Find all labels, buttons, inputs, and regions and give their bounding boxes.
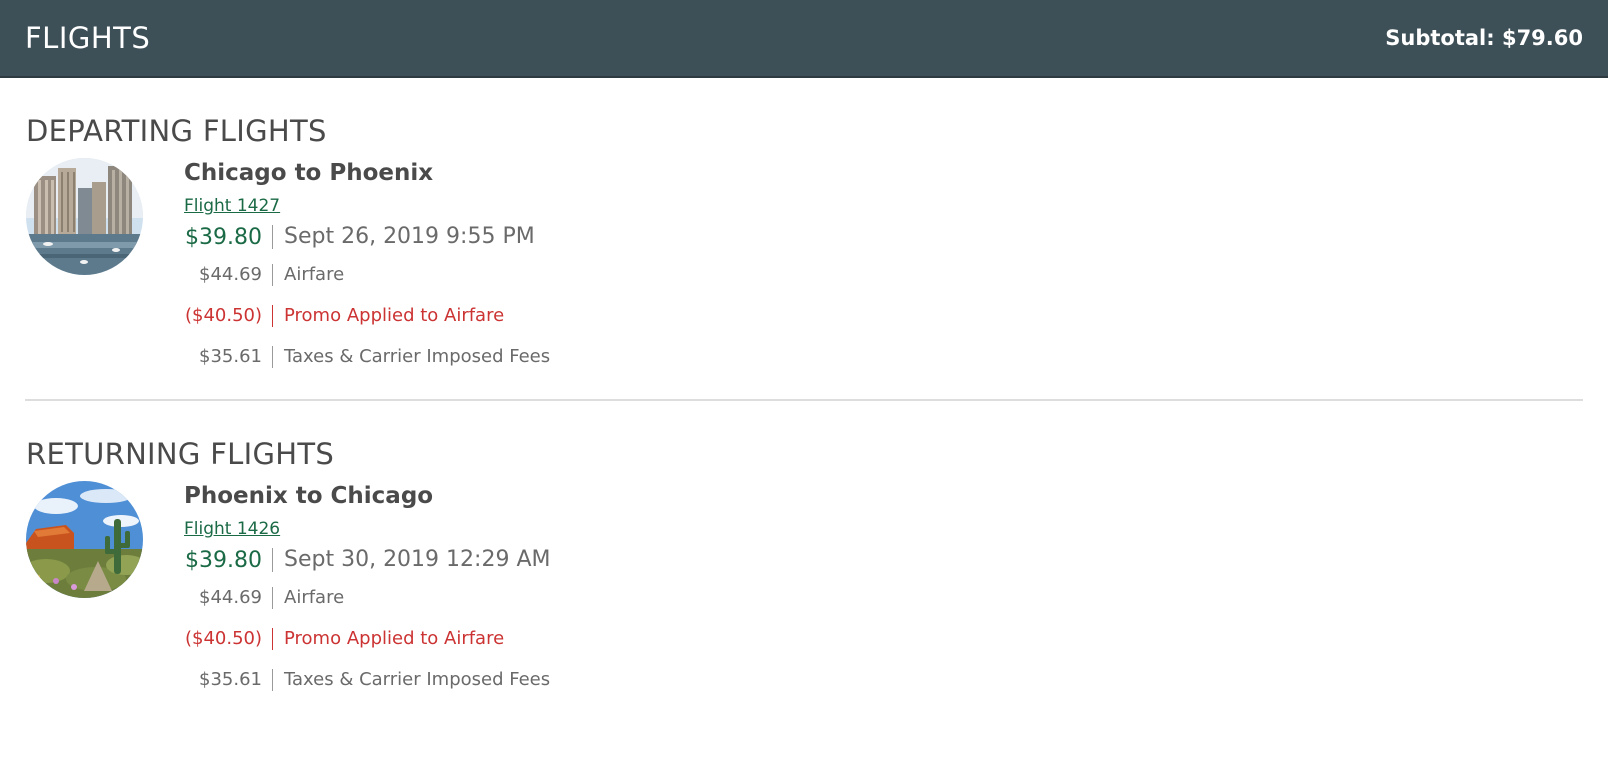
promo-row: ($40.50) Promo Applied to Airfare xyxy=(184,618,550,659)
returning-flight-card: Phoenix to Chicago Flight 1426 $39.80 Se… xyxy=(26,481,1608,700)
airfare-amount: $44.69 xyxy=(199,264,262,285)
page-title: FLIGHTS xyxy=(25,21,151,55)
price-row: $39.80 Sept 30, 2019 12:29 AM xyxy=(184,543,550,577)
flight-datetime: Sept 30, 2019 12:29 AM xyxy=(272,548,550,572)
route-title: Chicago to Phoenix xyxy=(184,160,434,186)
promo-label: Promo Applied to Airfare xyxy=(272,304,504,327)
flight-number-link[interactable]: Flight 1426 xyxy=(184,519,280,539)
airfare-row: $44.69 Airfare xyxy=(184,254,550,295)
airfare-label: Airfare xyxy=(272,586,344,609)
phoenix-desert-illustration xyxy=(26,481,143,598)
promo-amount: ($40.50) xyxy=(184,305,262,326)
departing-heading: DEPARTING FLIGHTS xyxy=(26,114,327,148)
returning-section: RETURNING FLIGHTS Phoenix to Chicago Fli… xyxy=(0,437,1608,700)
flight-number-link[interactable]: Flight 1427 xyxy=(184,196,280,216)
route-title: Phoenix to Chicago xyxy=(184,483,434,509)
taxes-row: $35.61 Taxes & Carrier Imposed Fees xyxy=(184,336,550,377)
promo-label: Promo Applied to Airfare xyxy=(272,627,504,650)
returning-details: Phoenix to Chicago Flight 1426 $39.80 Se… xyxy=(184,481,550,700)
departing-details: Chicago to Phoenix Flight 1427 $39.80 Se… xyxy=(184,158,550,377)
subtotal: Subtotal: $79.60 xyxy=(1385,26,1583,50)
taxes-label: Taxes & Carrier Imposed Fees xyxy=(272,668,550,691)
taxes-amount: $35.61 xyxy=(199,669,262,690)
flight-datetime: Sept 26, 2019 9:55 PM xyxy=(272,225,535,249)
flight-price: $39.80 xyxy=(185,547,262,573)
departing-section: DEPARTING FLIGHTS Chicago to Phoenix Fli… xyxy=(0,114,1608,377)
section-divider xyxy=(25,399,1583,401)
header-bar: FLIGHTS Subtotal: $79.60 xyxy=(0,0,1608,78)
taxes-label: Taxes & Carrier Imposed Fees xyxy=(272,345,550,368)
chicago-image xyxy=(26,158,143,275)
promo-row: ($40.50) Promo Applied to Airfare xyxy=(184,295,550,336)
flight-price: $39.80 xyxy=(185,224,262,250)
taxes-amount: $35.61 xyxy=(199,346,262,367)
price-row: $39.80 Sept 26, 2019 9:55 PM xyxy=(184,220,550,254)
phoenix-image xyxy=(26,481,143,598)
promo-amount: ($40.50) xyxy=(184,628,262,649)
chicago-skyline-illustration xyxy=(26,158,143,275)
airfare-amount: $44.69 xyxy=(199,587,262,608)
returning-heading: RETURNING FLIGHTS xyxy=(26,437,335,471)
taxes-row: $35.61 Taxes & Carrier Imposed Fees xyxy=(184,659,550,700)
departing-flight-card: Chicago to Phoenix Flight 1427 $39.80 Se… xyxy=(26,158,1608,377)
airfare-row: $44.69 Airfare xyxy=(184,577,550,618)
airfare-label: Airfare xyxy=(272,263,344,286)
